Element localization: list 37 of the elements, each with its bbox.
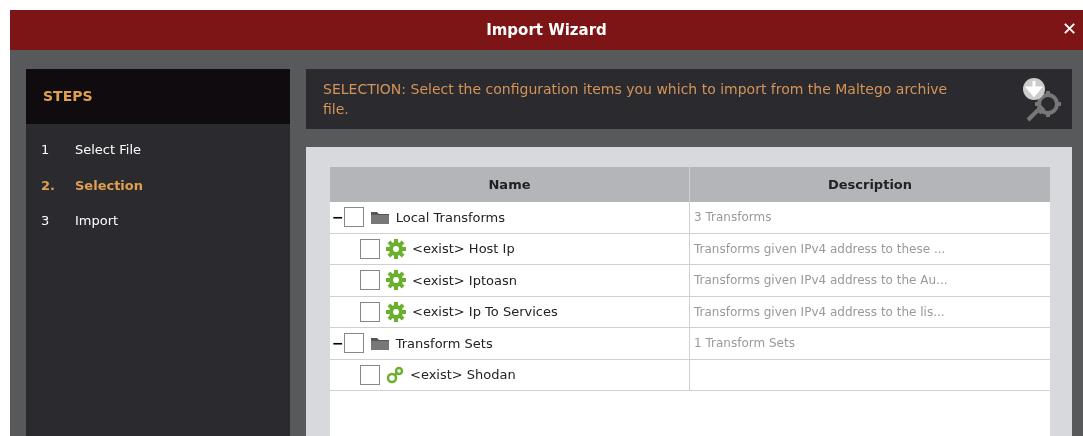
item-name: Transform Sets [395,334,493,353]
item-description: Transforms given IPv4 address to the lis... [694,303,945,321]
gear-icon [386,301,406,322]
window-title: Import Wizard [486,19,607,41]
step-number: 3 [41,212,51,230]
link-icon [386,365,404,384]
step-number: 1 [41,141,51,159]
gear-icon [386,270,406,291]
steps-title: STEPS [43,87,93,106]
checkbox[interactable] [343,207,364,228]
collapse-toggle[interactable]: − [332,332,344,354]
step-label[interactable]: Selection [75,175,143,195]
item-description: 1 Transform Sets [694,335,795,353]
checkbox[interactable] [360,301,380,322]
item-name: <exist> Iptoasn [412,271,517,290]
checkbox[interactable] [343,333,364,354]
close-button[interactable]: ✕ [1059,18,1079,40]
item-description: Transforms given IPv4 address to these ... [694,240,946,258]
item-name: <exist> Shodan [410,366,516,384]
checkbox[interactable] [360,364,380,385]
banner-text: SELECTION: Select the configuration items you which to import from the Maltego archive file. [323,80,949,119]
folder-icon [369,209,390,226]
checkbox[interactable] [360,270,380,291]
item-description: 3 Transforms [694,209,772,227]
collapse-toggle[interactable]: − [332,206,344,228]
item-description: Transforms given IPv4 address to the Au... [694,272,948,290]
checkbox[interactable] [360,238,380,259]
step-label[interactable]: Select File [75,140,141,160]
item-name: <exist> Ip To Services [412,303,558,321]
step-label[interactable]: Import [75,211,119,231]
column-header[interactable]: Description [827,174,913,195]
column-header[interactable]: Name [488,174,531,195]
step-number: 2. [41,176,56,195]
gear-icon [386,238,406,259]
folder-icon [369,335,390,352]
item-name: <exist> Host Ip [412,240,515,258]
item-name: Local Transforms [395,208,505,227]
